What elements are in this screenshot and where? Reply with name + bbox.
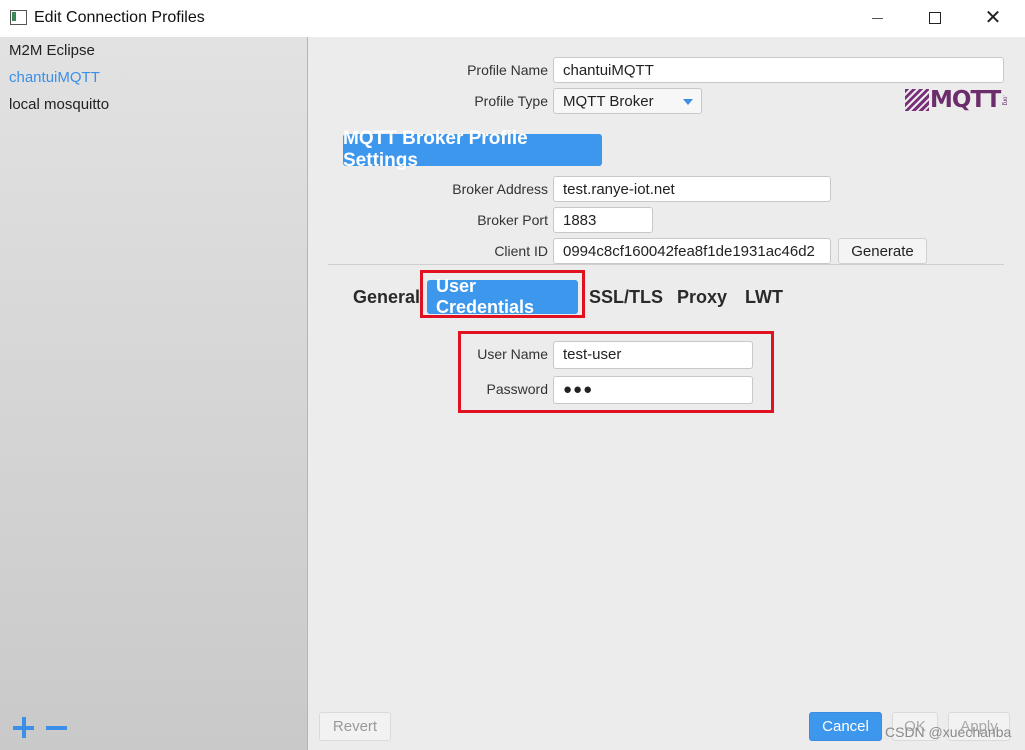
title-bar: Edit Connection Profiles ✕ — [0, 0, 1025, 38]
mqtt-logo-org: .org — [1001, 94, 1008, 106]
cancel-button[interactable]: Cancel — [809, 712, 882, 741]
broker-port-label: Broker Port — [477, 212, 548, 228]
watermark-text: CSDN @xuechanba — [885, 724, 1012, 740]
maximize-icon — [929, 12, 941, 24]
profile-name-label: Profile Name — [467, 62, 548, 78]
maximize-button[interactable] — [912, 0, 958, 36]
generate-client-id-button[interactable]: Generate — [838, 238, 927, 264]
window-title: Edit Connection Profiles — [34, 9, 205, 26]
close-button[interactable]: ✕ — [970, 0, 1016, 36]
tab-general[interactable]: General — [353, 280, 420, 314]
tab-ssl-tls[interactable]: SSL/TLS — [589, 280, 663, 314]
client-id-input[interactable]: 0994c8cf160042fea8f1de1931ac46d2 — [553, 238, 831, 264]
add-profile-button[interactable] — [13, 717, 35, 739]
broker-port-input[interactable]: 1883 — [553, 207, 653, 233]
broker-address-input[interactable]: test.ranye-iot.net — [553, 176, 831, 202]
minimize-icon — [871, 17, 883, 19]
mqtt-logo: MQTT .org — [905, 87, 1008, 113]
remove-profile-button[interactable] — [46, 717, 68, 739]
chevron-down-icon — [683, 99, 693, 105]
broker-address-label: Broker Address — [452, 181, 548, 197]
app-icon — [10, 10, 27, 25]
profile-item-m2m-eclipse[interactable]: M2M Eclipse — [9, 42, 95, 59]
profile-type-select[interactable]: MQTT Broker — [553, 88, 702, 114]
profile-item-local-mosquitto[interactable]: local mosquitto — [9, 96, 109, 113]
profile-list-sidebar: M2M Eclipse chantuiMQTT local mosquitto — [0, 37, 308, 750]
broker-settings-section-title: MQTT Broker Profile Settings — [343, 128, 602, 171]
section-divider — [328, 264, 1004, 265]
tab-proxy[interactable]: Proxy — [677, 280, 727, 314]
client-id-label: Client ID — [494, 243, 548, 259]
profile-type-value: MQTT Broker — [563, 93, 654, 110]
profile-editor-panel: Profile Name chantuiMQTT Profile Type MQ… — [308, 37, 1025, 750]
minimize-button[interactable] — [854, 0, 900, 36]
profile-name-input[interactable]: chantuiMQTT — [553, 57, 1004, 83]
highlight-box-tab — [420, 270, 585, 318]
close-icon: ✕ — [984, 7, 1002, 29]
mqtt-logo-text: MQTT — [930, 87, 1001, 113]
profile-item-chantuimqtt[interactable]: chantuiMQTT — [9, 69, 100, 86]
highlight-box-credentials — [458, 331, 774, 413]
mqtt-logo-mark — [905, 89, 929, 111]
tab-lwt[interactable]: LWT — [745, 280, 783, 314]
profile-type-label: Profile Type — [474, 93, 548, 109]
revert-button[interactable]: Revert — [319, 712, 391, 741]
